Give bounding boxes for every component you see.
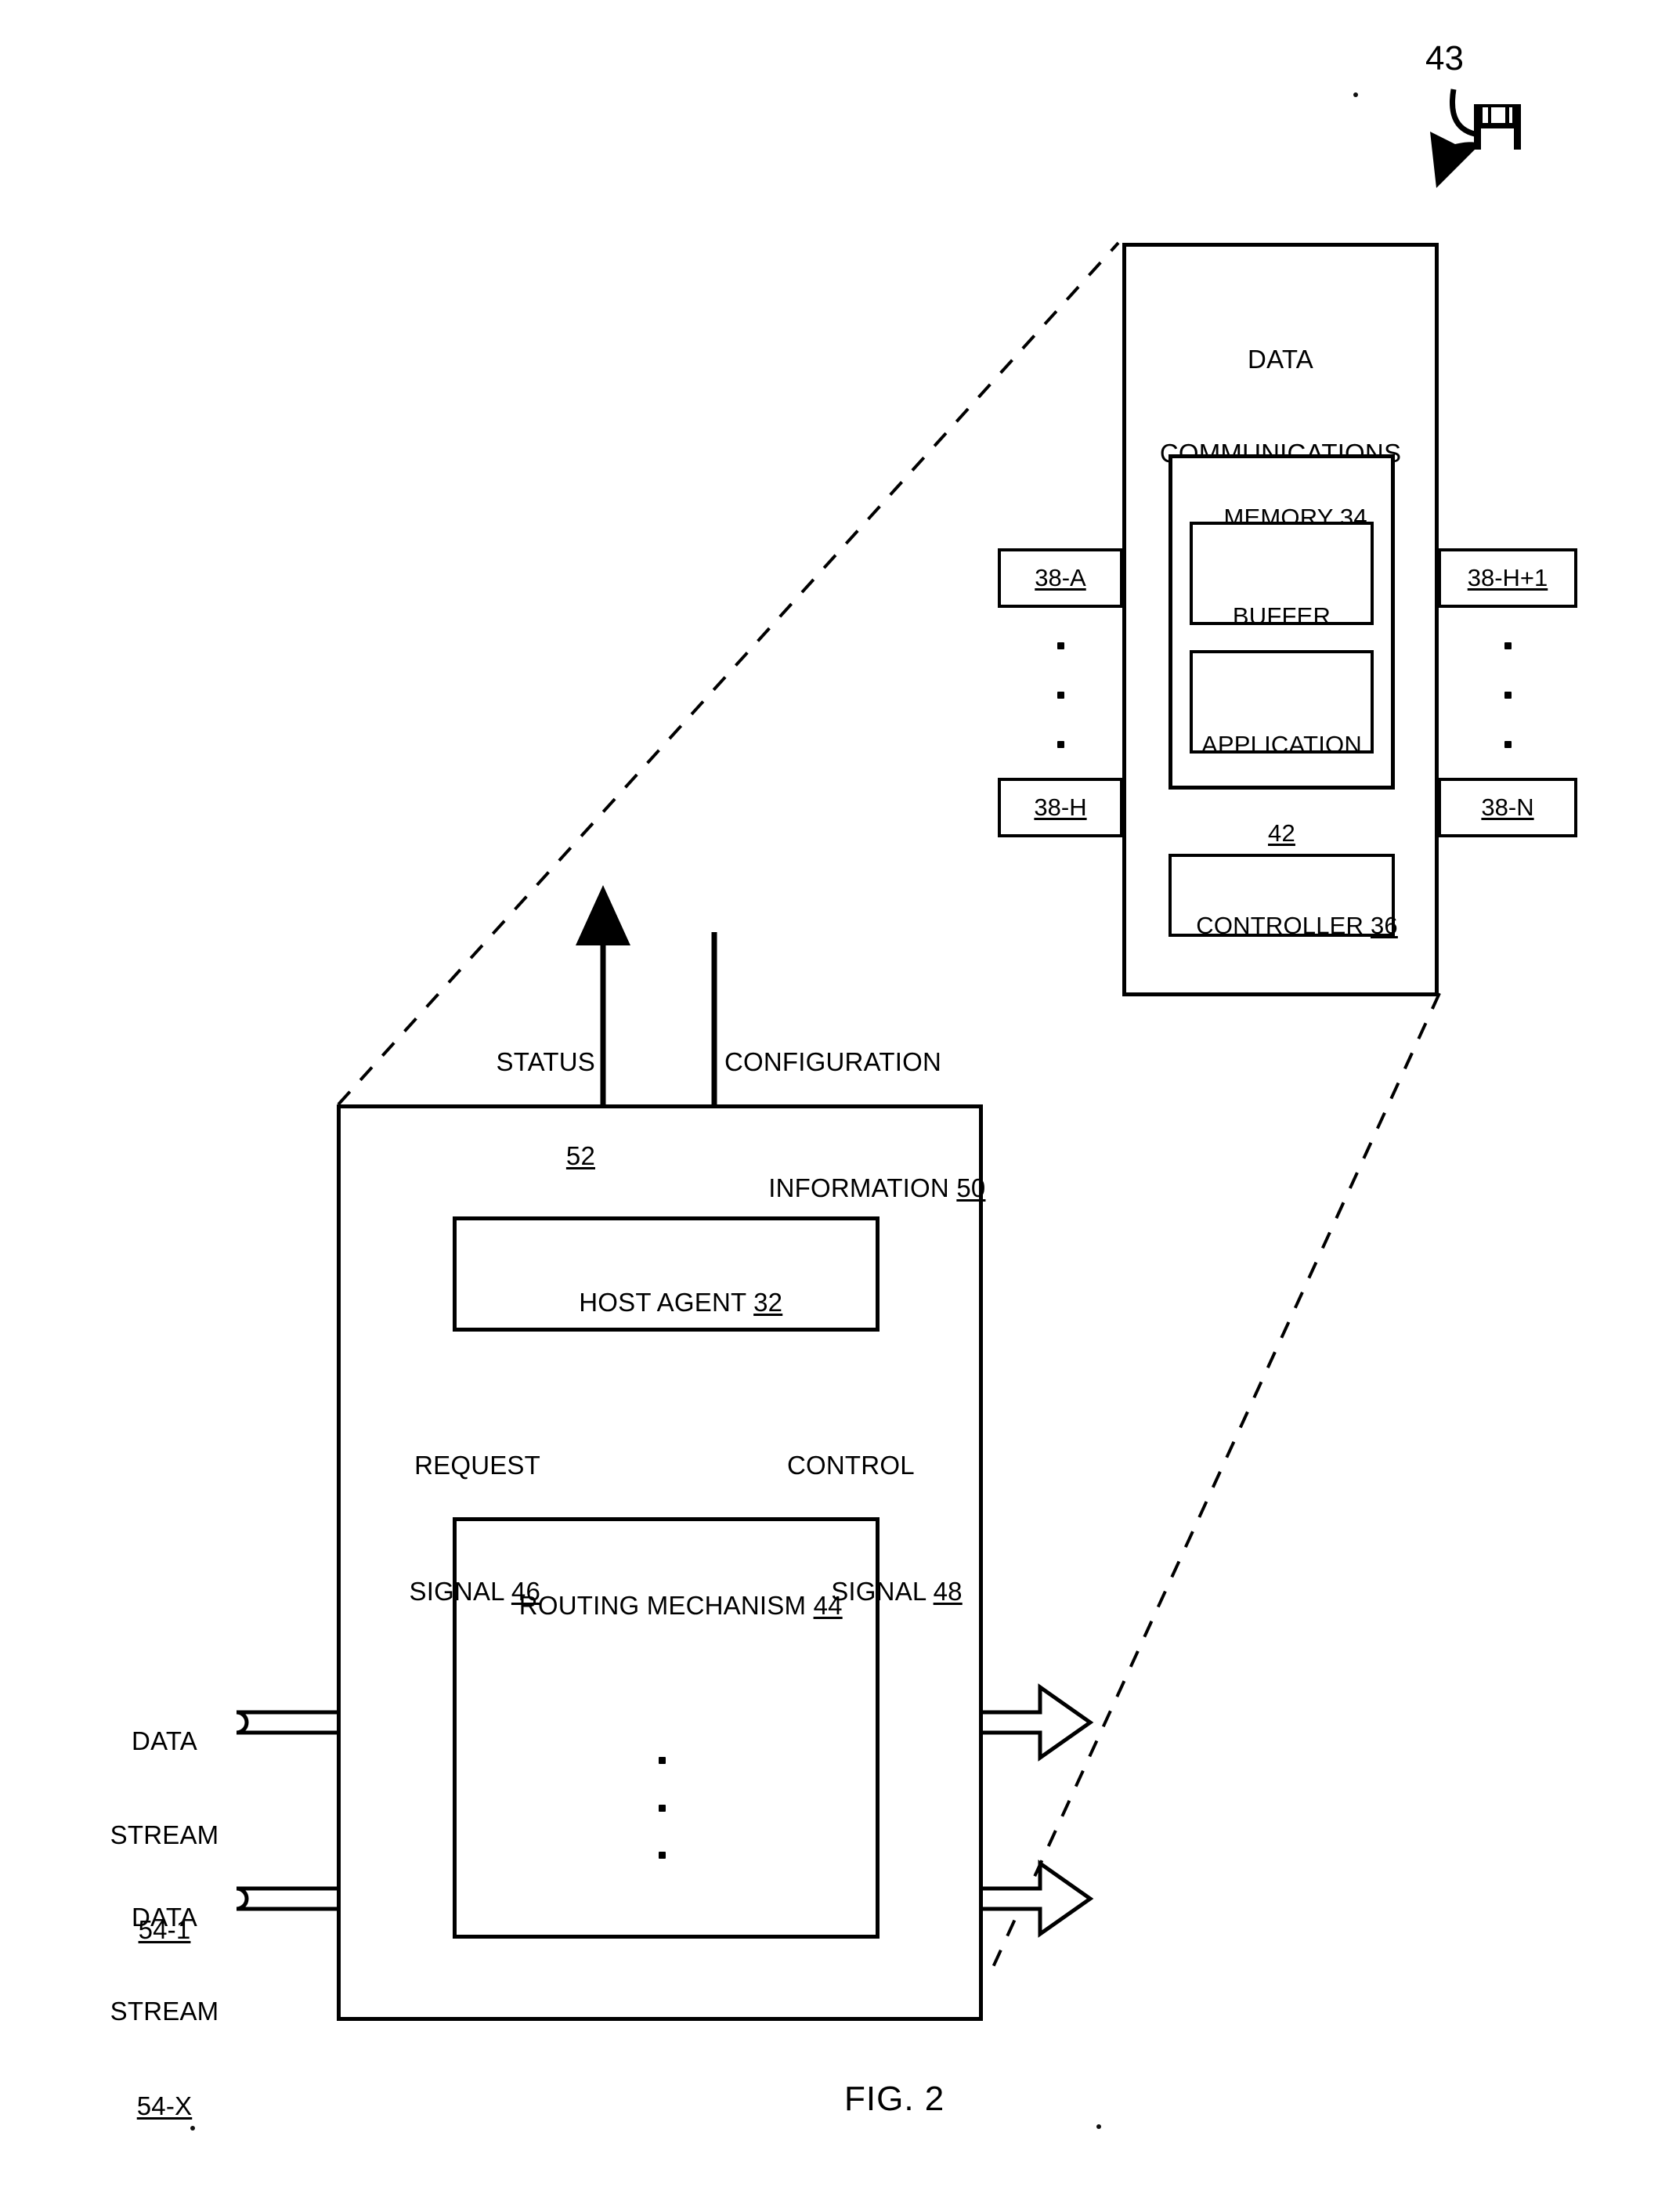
- controller-ref: 36: [1370, 911, 1398, 939]
- control-signal-label: CONTROL SIGNAL 48: [787, 1386, 991, 1702]
- configuration-information-label: CONFIGURATION INFORMATION 50: [724, 983, 1038, 1299]
- control-signal-line-2: SIGNAL: [831, 1576, 926, 1606]
- port-38-H-label: 38-H: [1034, 793, 1087, 822]
- request-signal-ref: 46: [511, 1576, 540, 1606]
- port-38-A: 38-A: [998, 548, 1123, 608]
- data-stream-x-label: DATA STREAM 54-X: [86, 1838, 243, 2185]
- left-ports-ellipsis: [1053, 642, 1067, 748]
- right-ports-ellipsis: [1501, 642, 1515, 748]
- status-signal-label: STATUS 52: [415, 983, 595, 1235]
- configuration-information-ref: 50: [956, 1173, 986, 1202]
- floppy-disk-icon: [1474, 104, 1521, 150]
- port-38-N: 38-N: [1438, 778, 1577, 837]
- scan-speck: [190, 2126, 195, 2131]
- data-stream-x-line-1: DATA: [132, 1902, 197, 1932]
- callout-dashed-line-upper: [337, 241, 1120, 1106]
- data-stream-ellipsis: [655, 1757, 669, 1859]
- callout-43-leader: [1450, 89, 1493, 138]
- controller-label-row: CONTROLLER 36: [1169, 881, 1398, 970]
- request-signal-label: REQUEST SIGNAL 46: [345, 1386, 540, 1702]
- figure-caption: FIG. 2: [844, 2080, 945, 2118]
- controller-label: CONTROLLER: [1196, 911, 1364, 939]
- scan-speck: [1353, 92, 1358, 97]
- port-38-H-plus-1-label: 38-H+1: [1467, 564, 1548, 592]
- port-38-A-label: 38-A: [1035, 564, 1086, 592]
- patent-figure-page: DATA COMMUNICATIONS DEVICE (E.G., NODE 2…: [0, 0, 1676, 2212]
- buffer-space-line-1: BUFFER: [1232, 602, 1331, 630]
- application-ref: 42: [1268, 819, 1295, 848]
- host-agent-label: HOST AGENT: [579, 1288, 746, 1317]
- callout-43-arrowhead: [1430, 132, 1480, 188]
- port-38-N-label: 38-N: [1481, 793, 1534, 822]
- status-signal-line-1: STATUS: [496, 1046, 595, 1076]
- configuration-information-line-2: INFORMATION: [768, 1173, 949, 1202]
- port-38-H-plus-1: 38-H+1: [1438, 548, 1577, 608]
- configuration-information-line-1: CONFIGURATION: [724, 1046, 941, 1076]
- status-signal-ref: 52: [565, 1141, 595, 1171]
- callout-dashed-line-lower: [988, 992, 1441, 1975]
- control-signal-ref: 48: [933, 1576, 963, 1606]
- port-38-H: 38-H: [998, 778, 1123, 837]
- scan-speck: [1096, 2124, 1101, 2129]
- data-stream-1-line-1: DATA: [132, 1726, 197, 1755]
- callout-reference-43: 43: [1425, 39, 1464, 78]
- request-signal-line-1: REQUEST: [414, 1450, 540, 1480]
- routing-mechanism-label: ROUTING MECHANISM: [518, 1591, 807, 1621]
- control-signal-line-1: CONTROL: [787, 1450, 915, 1480]
- data-stream-x-line-2: STREAM: [110, 1997, 219, 2026]
- request-signal-line-2: SIGNAL: [409, 1576, 504, 1606]
- device-title-line-1: DATA: [1248, 344, 1313, 374]
- data-stream-x-ref: 54-X: [136, 2091, 193, 2120]
- application-label: APPLICATION: [1201, 730, 1362, 758]
